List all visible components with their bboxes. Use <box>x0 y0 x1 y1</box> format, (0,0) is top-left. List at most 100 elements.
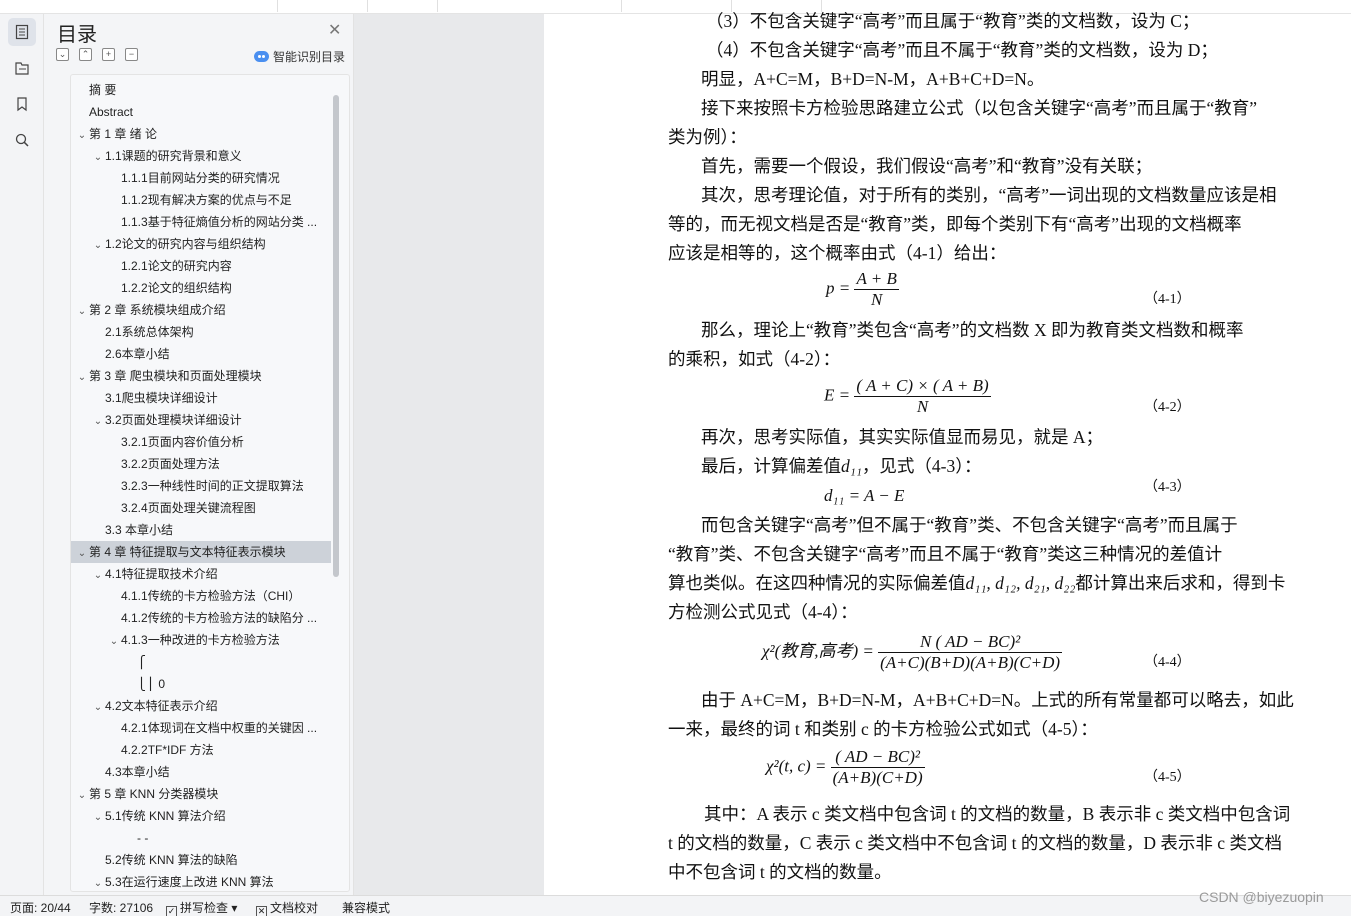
chevron-down-icon[interactable]: ⌄ <box>107 631 121 651</box>
chevron-down-icon[interactable]: ⌄ <box>91 807 105 827</box>
toc-item[interactable]: ⎧ <box>71 651 331 673</box>
toc-item[interactable]: ⌄ 3.2页面处理模块详细设计 <box>71 409 331 431</box>
toc-item[interactable]: ⌄ 5.3在运行速度上改进 KNN 算法 <box>71 871 331 891</box>
toc-item[interactable]: Abstract <box>71 101 331 123</box>
toc-item-label: 3.3 本章小结 <box>105 523 174 537</box>
toc-item[interactable]: 4.1.2传统的卡方检验方法的缺陷分 ... <box>71 607 331 629</box>
equation-fraction: ( A + C) × ( A + B) N <box>854 376 991 417</box>
doc-line: （3）不包含关键字“高考”而且属于“教育”类的文档数，设为 C； <box>706 11 1200 31</box>
toc-item[interactable]: 2.6本章小结 <box>71 343 331 365</box>
expand-all-icon[interactable]: ⌄ <box>56 48 69 61</box>
toc-item[interactable]: 1.1.3基于特征熵值分析的网站分类 ... <box>71 211 331 233</box>
doc-line: 算也类似。在这四种情况的实际偏差值d₁₁, d₁₂, d₂₁, d₂₂都计算出来… <box>668 569 1285 598</box>
chevron-down-icon[interactable]: ⌄ <box>91 697 105 717</box>
toc-item[interactable]: 3.2.2页面处理方法 <box>71 453 331 475</box>
toc-item-label: 2.1系统总体架构 <box>105 325 194 339</box>
doc-line: 类为例）： <box>668 127 747 147</box>
chevron-down-icon[interactable]: ⌄ <box>91 411 105 431</box>
add-heading-icon[interactable]: + <box>102 48 115 61</box>
toc-icon[interactable] <box>8 18 36 46</box>
toc-item[interactable]: ⌄ 第 1 章 绪 论 <box>71 123 331 145</box>
toc-item-label: 5.1传统 KNN 算法介绍 <box>105 809 226 823</box>
equation-lhs: χ²(教育,高考) = <box>762 641 874 661</box>
outline-icon[interactable] <box>8 54 36 82</box>
toc-item[interactable]: 1.1.1目前网站分类的研究情况 <box>71 167 331 189</box>
page-indicator[interactable]: 页面: 20/44 <box>10 899 71 916</box>
toc-item-label: 5.3在运行速度上改进 KNN 算法 <box>105 875 274 889</box>
toc-item[interactable]: 3.1爬虫模块详细设计 <box>71 387 331 409</box>
equation-numerator: ( AD − BC)² <box>830 747 925 768</box>
toc-item[interactable]: ⌄ 4.2文本特征表示介绍 <box>71 695 331 717</box>
chevron-down-icon[interactable]: ⌄ <box>91 235 105 255</box>
toc-item-label: 1.1课题的研究背景和意义 <box>105 149 242 163</box>
toc-item[interactable]: 1.2.1论文的研究内容 <box>71 255 331 277</box>
remove-heading-icon[interactable]: − <box>125 48 138 61</box>
equation-number: （4-4） <box>1144 655 1191 670</box>
doc-line: 方检测公式见式（4-4）： <box>668 602 858 622</box>
watermark: CSDN @biyezuopin <box>1199 889 1324 905</box>
chevron-down-icon[interactable]: ⌄ <box>91 147 105 167</box>
chevron-down-icon[interactable]: ⌄ <box>75 301 89 321</box>
proofread-icon: ✕ <box>256 906 267 916</box>
toc-item[interactable]: 1.2.2论文的组织结构 <box>71 277 331 299</box>
doc-text: 算也类似。在这四种情况的实际偏差值 <box>668 573 966 593</box>
toc-item[interactable]: ⌄ 1.1课题的研究背景和意义 <box>71 145 331 167</box>
toc-item[interactable]: 3.2.4页面处理关键流程图 <box>71 497 331 519</box>
toc-item[interactable]: 4.3本章小结 <box>71 761 331 783</box>
doc-proofread-button[interactable]: ✕ 文档校对 <box>256 899 318 916</box>
chevron-down-icon[interactable]: ⌄ <box>91 565 105 585</box>
toc-toolbar: ⌄ ⌃ + − <box>56 48 138 61</box>
chevron-down-icon[interactable]: ⌄ <box>75 785 89 805</box>
toc-item-label: 4.1.2传统的卡方检验方法的缺陷分 ... <box>121 611 318 625</box>
chevron-down-icon[interactable]: ⌄ <box>91 873 105 891</box>
equation-number: （4-5） <box>1144 770 1191 785</box>
doc-line: 由于 A+C=M，B+D=N-M，A+B+C+D=N。上式的所有常量都可以略去，… <box>701 690 1294 710</box>
toc-item-label: 3.2.4页面处理关键流程图 <box>121 501 256 515</box>
toc-item[interactable]: 2.1系统总体架构 <box>71 321 331 343</box>
toc-item[interactable]: ⌄ 1.2论文的研究内容与组织结构 <box>71 233 331 255</box>
bookmark-icon[interactable] <box>8 90 36 118</box>
toolbar-segment <box>208 0 278 12</box>
toc-item[interactable]: 3.3 本章小结 <box>71 519 331 541</box>
toc-item[interactable]: ⌄ 第 4 章 特征提取与文本特征表示模块 <box>71 541 331 563</box>
word-count[interactable]: 字数: 27106 <box>89 899 153 916</box>
toc-item[interactable]: ⌄ 4.1特征提取技术介绍 <box>71 563 331 585</box>
toc-item[interactable]: 4.2.2TF*IDF 方法 <box>71 739 331 761</box>
toc-item[interactable]: ⌄ 第 3 章 爬虫模块和页面处理模块 <box>71 365 331 387</box>
chevron-down-icon[interactable]: ⌄ <box>75 543 89 563</box>
search-icon[interactable] <box>8 126 36 154</box>
chevron-down-icon[interactable]: ⌄ <box>75 125 89 145</box>
equation-fraction: ( AD − BC)² (A+B)(C+D) <box>830 747 925 788</box>
toc-scrollbar[interactable] <box>332 77 340 887</box>
toc-item[interactable]: ⌄ 第 5 章 KNN 分类器模块 <box>71 783 331 805</box>
toc-item[interactable]: 3.2.1页面内容价值分析 <box>71 431 331 453</box>
toc-item[interactable]: ⌄ 4.1.3一种改进的卡方检验方法 <box>71 629 331 651</box>
doc-line: 最后，计算偏差值d₁₁，见式（4-3）： <box>701 452 982 481</box>
toc-item-label: 第 2 章 系统模块组成介绍 <box>89 303 226 317</box>
toc-item[interactable]: 3.2.3一种线性时间的正文提取算法 <box>71 475 331 497</box>
spell-check-toggle[interactable]: ✓ 拼写检查 ▾ <box>166 899 237 916</box>
toc-item[interactable]: 4.1.1传统的卡方检验方法（CHI） <box>71 585 331 607</box>
toc-item[interactable]: ⌄ 5.1传统 KNN 算法介绍 <box>71 805 331 827</box>
toc-item[interactable]: 5.2传统 KNN 算法的缺陷 <box>71 849 331 871</box>
document-page[interactable]: （3）不包含关键字“高考”而且属于“教育”类的文档数，设为 C； （4）不包含关… <box>544 11 1351 895</box>
smart-toc-button[interactable]: 智能识别目录 <box>254 48 345 65</box>
doc-line: t 的文档的数量，C 表示 c 类文档中不包含词 t 的文档的数量，D 表示非 … <box>668 833 1282 853</box>
toc-item[interactable]: ⎩⎪ 0 <box>71 673 331 695</box>
toc-item[interactable]: ⌄ 第 2 章 系统模块组成介绍 <box>71 299 331 321</box>
toc-item[interactable]: - - <box>71 827 331 849</box>
equation-denominator: N <box>871 290 883 309</box>
proofread-label: 文档校对 <box>270 901 319 915</box>
chevron-down-icon[interactable]: ⌄ <box>75 367 89 387</box>
toc-item-label: ⎧ <box>137 655 146 669</box>
toc-scroll-thumb[interactable] <box>333 95 339 577</box>
collapse-all-icon[interactable]: ⌃ <box>79 48 92 61</box>
toc-item[interactable]: 4.2.1体现词在文档中权重的关键因 ... <box>71 717 331 739</box>
toc-item-label: 4.1.3一种改进的卡方检验方法 <box>121 633 280 647</box>
doc-line: 其次，思考理论值，对于所有的类别，“高考”一词出现的文档数量应该是相 <box>701 185 1277 205</box>
left-icon-rail <box>0 14 44 895</box>
close-icon[interactable]: ✕ <box>328 20 341 40</box>
equation-numerator: A + B <box>854 269 899 290</box>
toc-item[interactable]: 摘 要 <box>71 79 331 101</box>
toc-item[interactable]: 1.1.2现有解决方案的优点与不足 <box>71 189 331 211</box>
